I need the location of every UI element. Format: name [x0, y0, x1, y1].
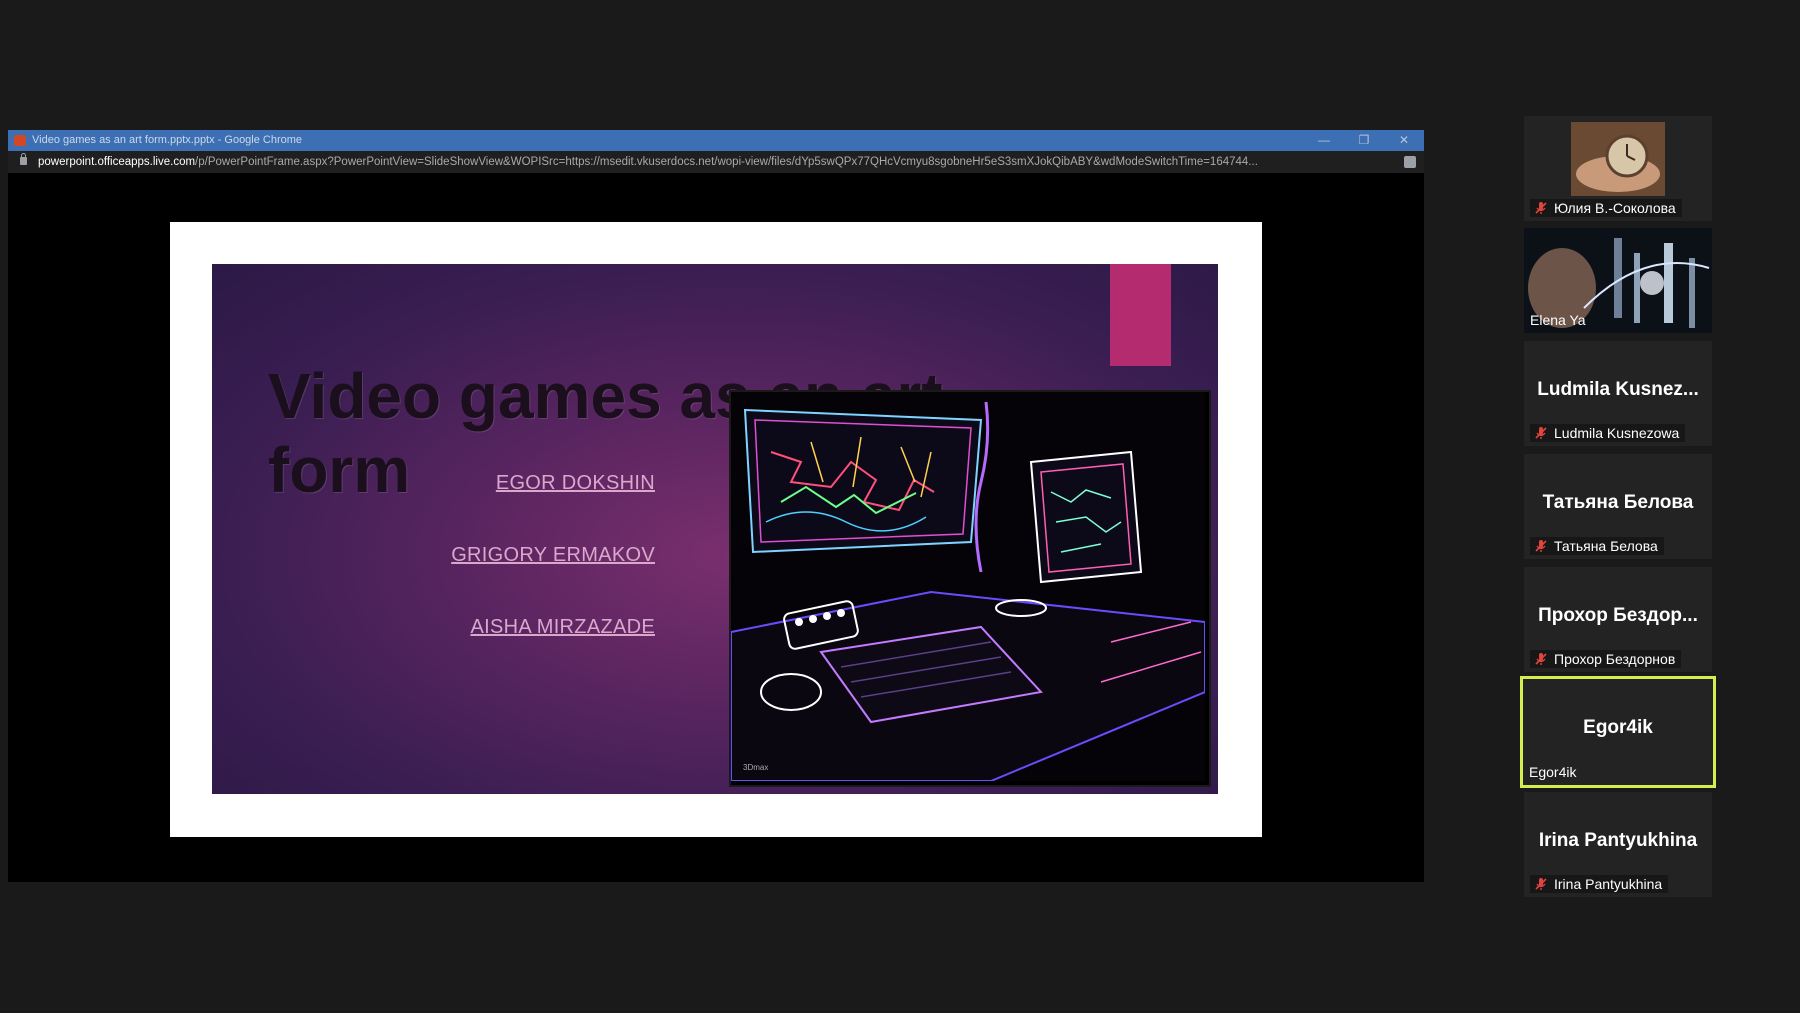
url-host: powerpoint.officeapps.live.com	[38, 156, 196, 168]
participant-label: Татьяна Белова	[1530, 537, 1664, 555]
slide-background: Video games as an art form EGOR DOKSHIN …	[212, 264, 1218, 794]
participant-tile[interactable]: Юлия В.-Соколова	[1524, 116, 1712, 221]
minimize-button[interactable]: —	[1304, 130, 1344, 151]
participant-name: Юлия В.-Соколова	[1554, 200, 1676, 216]
participant-display-name: Ludmila Kusnez...	[1537, 379, 1699, 400]
participant-name: Elena Ya	[1530, 312, 1586, 328]
participant-display-name: Татьяна Белова	[1542, 492, 1694, 513]
participant-display-name: Irina Pantyukhina	[1538, 830, 1698, 851]
translate-icon[interactable]	[1404, 156, 1416, 168]
powerpoint-icon	[14, 135, 26, 146]
participant-name: Irina Pantyukhina	[1554, 876, 1663, 892]
mic-muted-icon	[1535, 878, 1547, 890]
shared-screen: Video games as an art form.pptx.pptx - G…	[8, 130, 1424, 882]
mic-muted-icon	[1535, 202, 1547, 214]
participant-tile[interactable]: Elena Ya	[1524, 228, 1712, 333]
participant-tile[interactable]: Прохор Бездор... Прохор Бездорнов	[1524, 567, 1712, 672]
address-bar[interactable]: powerpoint.officeapps.live.com/p/PowerPo…	[8, 151, 1424, 173]
browser-titlebar: Video games as an art form.pptx.pptx - G…	[8, 130, 1424, 151]
participant-display-name: Прохор Бездор...	[1538, 605, 1698, 626]
participant-display-name: Egor4ik	[1583, 717, 1653, 738]
participant-label: Elena Ya	[1524, 311, 1592, 329]
mic-muted-icon	[1535, 540, 1547, 552]
participant-tile[interactable]: Ludmila Kusnez... Ludmila Kusnezowa	[1524, 341, 1712, 446]
participant-tile[interactable]: Татьяна Белова Татьяна Белова	[1524, 454, 1712, 559]
url-text[interactable]: powerpoint.officeapps.live.com/p/PowerPo…	[38, 151, 1388, 173]
participant-label: Irina Pantyukhina	[1530, 875, 1669, 893]
restore-button[interactable]: ❐	[1344, 130, 1384, 151]
slide: Video games as an art form EGOR DOKSHIN …	[170, 222, 1262, 837]
slide-accent-block	[1110, 264, 1171, 366]
mic-muted-icon	[1535, 653, 1547, 665]
participant-label: Юлия В.-Соколова	[1530, 199, 1682, 217]
lock-icon	[20, 153, 27, 165]
participant-tile[interactable]: Irina Pantyukhina Irina Pantyukhina	[1524, 792, 1712, 897]
participant-label: Egor4ik	[1523, 763, 1582, 781]
neon-image-drawing: 3Dmax	[730, 392, 1206, 782]
participant-name: Ludmila Kusnezowa	[1554, 425, 1680, 441]
svg-text:3Dmax: 3Dmax	[743, 763, 768, 772]
close-button[interactable]: ✕	[1384, 130, 1424, 151]
neon-gaming-setup-image: 3Dmax	[729, 390, 1211, 787]
participant-name: Прохор Бездорнов	[1554, 651, 1676, 667]
participant-tile-active-speaker[interactable]: Egor4ik Egor4ik	[1520, 676, 1716, 788]
author-link-2[interactable]: GRIGORY ERMAKOV	[451, 544, 655, 567]
participant-label: Ludmila Kusnezowa	[1530, 424, 1686, 442]
participant-name: Татьяна Белова	[1554, 538, 1658, 554]
author-link-3[interactable]: AISHA MIRZAZADE	[470, 616, 655, 639]
url-path: /p/PowerPointFrame.aspx?PowerPointView=S…	[195, 156, 1258, 168]
author-link-1[interactable]: EGOR DOKSHIN	[496, 472, 655, 495]
participant-label: Прохор Бездорнов	[1530, 650, 1682, 668]
participant-name: Egor4ik	[1529, 764, 1577, 780]
participant-video-clock	[1571, 122, 1665, 196]
window-title: Video games as an art form.pptx.pptx - G…	[32, 134, 303, 146]
mic-muted-icon	[1535, 427, 1547, 439]
